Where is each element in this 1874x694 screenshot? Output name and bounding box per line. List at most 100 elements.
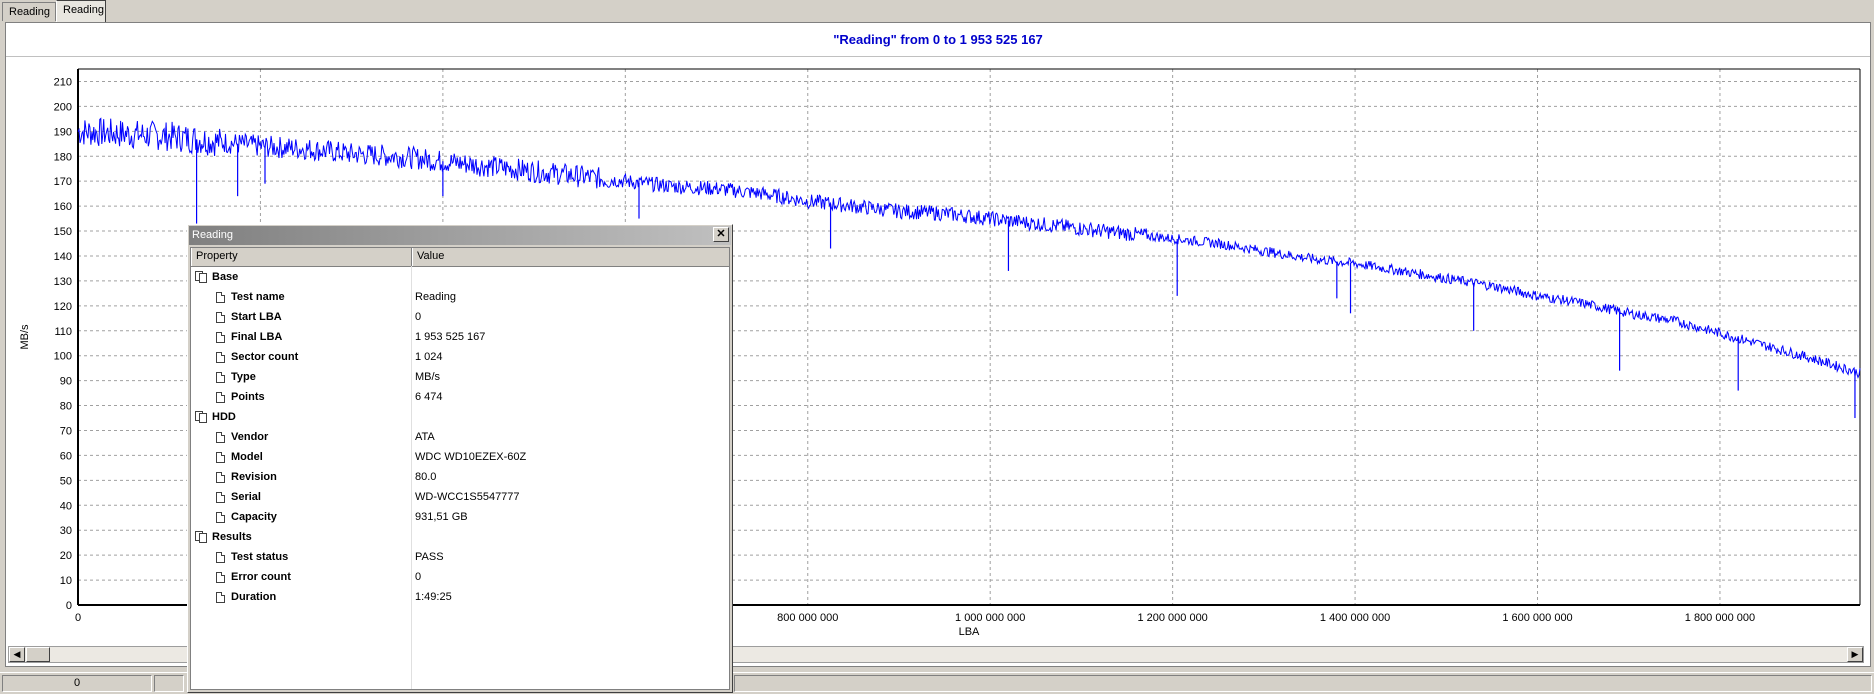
x-tick-label: 1 200 000 000 — [1137, 612, 1207, 624]
property-row[interactable]: Serial WD-WCC1S5547777 — [191, 487, 729, 507]
document-icon — [216, 572, 225, 583]
group-icon — [195, 531, 208, 543]
property-row[interactable]: Type MB/s — [191, 367, 729, 387]
close-icon[interactable]: ✕ — [713, 227, 729, 242]
y-tick-label: 20 — [60, 550, 72, 562]
property-value: PASS — [415, 551, 444, 563]
property-value: 1:49:25 — [415, 591, 452, 603]
property-row[interactable]: Vendor ATA — [191, 427, 729, 447]
property-name: Type — [231, 371, 256, 383]
document-icon — [216, 372, 225, 383]
x-axis-label: LBA — [959, 626, 980, 638]
x-tick-label: 800 000 000 — [777, 612, 838, 624]
group-row-results[interactable]: Results — [191, 527, 729, 547]
column-header-value[interactable]: Value — [412, 248, 729, 266]
property-name: Test name — [231, 291, 285, 303]
document-icon — [216, 312, 225, 323]
y-tick-label: 80 — [60, 401, 72, 413]
property-value: 6 474 — [415, 391, 443, 403]
dialog-title: Reading — [189, 226, 731, 245]
y-tick-label: 30 — [60, 525, 72, 537]
group-row-base[interactable]: Base — [191, 267, 729, 287]
y-tick-label: 110 — [54, 326, 72, 338]
document-icon — [216, 432, 225, 443]
property-row[interactable]: Start LBA 0 — [191, 307, 729, 327]
property-row[interactable]: Final LBA 1 953 525 167 — [191, 327, 729, 347]
property-row[interactable]: Sector count 1 024 — [191, 347, 729, 367]
y-tick-label: 180 — [54, 151, 72, 163]
property-row[interactable]: Capacity 931,51 GB — [191, 507, 729, 527]
property-value: 0 — [415, 571, 422, 583]
property-value: 0 — [415, 311, 422, 323]
group-label: HDD — [212, 411, 236, 423]
property-value: MB/s — [415, 371, 441, 383]
group-row-hdd[interactable]: HDD — [191, 407, 729, 427]
property-value: Reading — [415, 291, 456, 303]
y-tick-label: 90 — [60, 376, 72, 388]
y-tick-label: 160 — [54, 201, 72, 213]
property-value: 1 953 525 167 — [415, 331, 486, 343]
status-position: 0 — [2, 675, 152, 692]
y-tick-label: 120 — [54, 301, 72, 313]
y-tick-label: 150 — [54, 226, 72, 238]
document-icon — [216, 472, 225, 483]
y-tick-label: 0 — [66, 600, 72, 612]
x-tick-label: 0 — [75, 612, 81, 624]
property-row[interactable]: Test name Reading — [191, 287, 729, 307]
y-tick-label: 200 — [54, 101, 72, 113]
property-value: 1 024 — [415, 351, 443, 363]
property-row[interactable]: Revision 80.0 — [191, 467, 729, 487]
property-value: WDC WD10EZEX-60Z — [415, 451, 527, 463]
document-icon — [216, 512, 225, 523]
grid-header: Property Value — [191, 248, 729, 267]
y-tick-label: 50 — [60, 475, 72, 487]
status-field-3 — [734, 675, 1872, 692]
property-value: 931,51 GB — [415, 511, 468, 523]
property-row[interactable]: Points 6 474 — [191, 387, 729, 407]
scroll-right-arrow-icon[interactable]: ▶ — [1847, 647, 1863, 662]
tab-bar: Reading Reading — [0, 0, 1874, 22]
tab-reading-2[interactable]: Reading — [56, 0, 106, 22]
property-name: Serial — [231, 491, 261, 503]
document-icon — [216, 452, 225, 463]
scroll-left-arrow-icon[interactable]: ◀ — [9, 647, 25, 662]
property-row[interactable]: Error count 0 — [191, 567, 729, 587]
property-name: Model — [231, 451, 263, 463]
document-icon — [216, 332, 225, 343]
document-icon — [216, 292, 225, 303]
property-row[interactable]: Test status PASS — [191, 547, 729, 567]
property-name: Revision — [231, 471, 277, 483]
x-tick-label: 1 800 000 000 — [1685, 612, 1755, 624]
y-tick-label: 190 — [54, 126, 72, 138]
property-value: 80.0 — [415, 471, 437, 483]
property-row[interactable]: Model WDC WD10EZEX-60Z — [191, 447, 729, 467]
property-name: Start LBA — [231, 311, 282, 323]
property-name: Duration — [231, 591, 277, 603]
document-icon — [216, 552, 225, 563]
property-name: Final LBA — [231, 331, 283, 343]
property-value: WD-WCC1S5547777 — [415, 491, 520, 503]
group-icon — [195, 271, 208, 283]
y-tick-label: 140 — [54, 251, 72, 263]
property-name: Capacity — [231, 511, 277, 523]
scroll-thumb[interactable] — [26, 647, 50, 662]
x-tick-label: 1 000 000 000 — [955, 612, 1025, 624]
y-axis-label: MB/s — [19, 324, 31, 350]
y-tick-label: 130 — [54, 276, 72, 288]
tab-reading-1[interactable]: Reading — [2, 2, 56, 21]
x-tick-label: 1 400 000 000 — [1320, 612, 1390, 624]
y-tick-label: 70 — [60, 425, 72, 437]
x-tick-label: 1 600 000 000 — [1502, 612, 1572, 624]
y-tick-label: 210 — [54, 76, 72, 88]
property-name: Points — [231, 391, 265, 403]
status-field-2 — [154, 675, 184, 692]
y-tick-label: 60 — [60, 450, 72, 462]
column-header-property[interactable]: Property — [191, 248, 412, 266]
document-icon — [216, 492, 225, 503]
group-label: Results — [212, 531, 252, 543]
document-icon — [216, 592, 225, 603]
property-value: ATA — [415, 431, 435, 443]
group-label: Base — [212, 271, 239, 283]
property-row[interactable]: Duration 1:49:25 — [191, 587, 729, 607]
property-name: Sector count — [231, 351, 299, 363]
